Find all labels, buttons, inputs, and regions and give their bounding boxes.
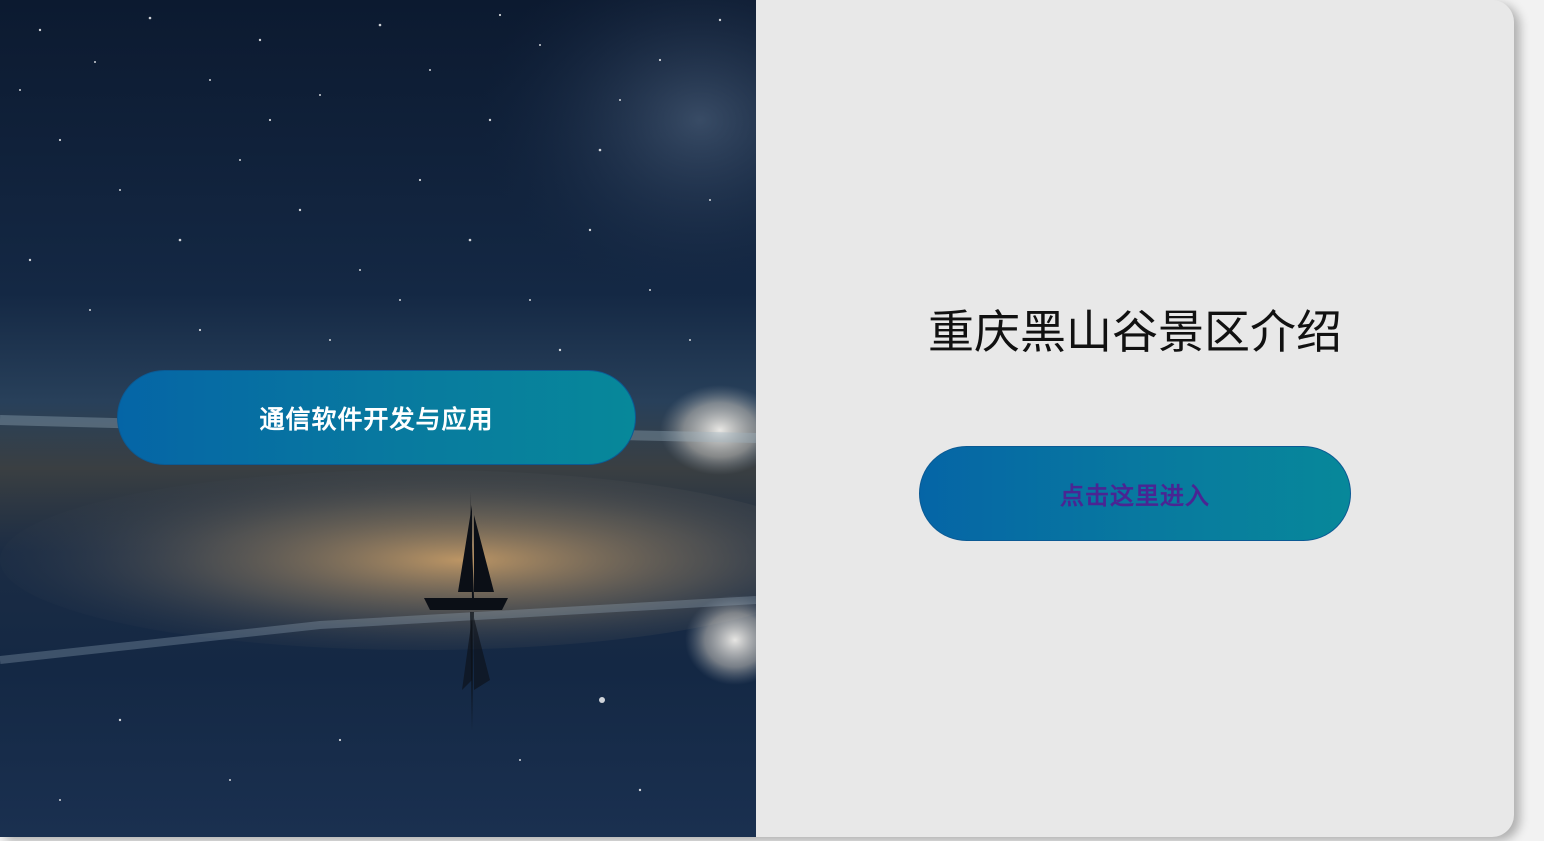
enter-button[interactable]: 点击这里进入: [919, 446, 1351, 541]
page-title: 重庆黑山谷景区介绍: [928, 305, 1342, 359]
course-button[interactable]: 通信软件开发与应用: [117, 370, 636, 465]
hero-image-panel: 通信软件开发与应用: [0, 0, 756, 837]
page-card: 通信软件开发与应用 重庆黑山谷景区介绍 点击这里进入: [0, 0, 1514, 837]
